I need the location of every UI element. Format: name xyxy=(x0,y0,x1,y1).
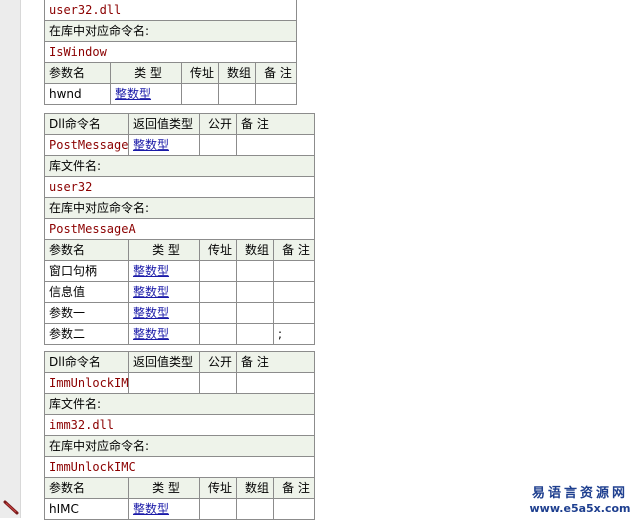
param-type-link[interactable]: 整数型 xyxy=(128,260,200,282)
param-array xyxy=(218,83,256,105)
remark-value xyxy=(235,134,316,156)
type-header: 类 型 xyxy=(110,62,182,84)
lib-cmd-value: IsWindow xyxy=(43,41,298,63)
lib-cmd-value: ImmUnlockIMC xyxy=(43,456,316,478)
param-by-ref xyxy=(199,281,237,303)
remark-header: 备 注 xyxy=(272,239,316,261)
public-value xyxy=(199,372,237,394)
param-note xyxy=(272,498,316,520)
param-name: hwnd xyxy=(44,83,111,105)
type-header: 类 型 xyxy=(128,477,200,499)
param-by-ref xyxy=(199,260,237,282)
dll-cmd-name: ImmUnlockIMC xyxy=(44,372,129,394)
param-name-header: 参数名 xyxy=(44,239,129,261)
pencil-icon[interactable] xyxy=(3,499,19,515)
param-name: 信息值 xyxy=(44,281,129,303)
watermark-logo: 易语言资源网 www.e5a5x.com xyxy=(525,486,635,516)
param-type-link[interactable]: 整数型 xyxy=(110,83,182,105)
param-by-ref xyxy=(199,323,237,345)
param-note xyxy=(254,83,298,105)
param-name: 窗口句柄 xyxy=(44,260,129,282)
param-note xyxy=(272,260,316,282)
watermark-en: www.e5a5x.com xyxy=(529,502,631,515)
param-note: ; xyxy=(272,323,316,345)
lib-file-value: user32 xyxy=(43,176,316,198)
param-name: 参数一 xyxy=(44,302,129,324)
table-row: 参数一 整数型 xyxy=(44,302,316,324)
table-row: 参数二 整数型 ; xyxy=(44,323,316,345)
array-header: 数组 xyxy=(236,477,274,499)
lib-cmd-label: 在库中对应命令名: xyxy=(43,20,298,42)
param-note xyxy=(272,302,316,324)
table-row: 信息值 整数型 xyxy=(44,281,316,303)
param-type-link[interactable]: 整数型 xyxy=(128,302,200,324)
param-by-ref xyxy=(199,302,237,324)
remark-header: 备 注 xyxy=(235,113,316,135)
param-type-link[interactable]: 整数型 xyxy=(128,498,200,520)
public-header: 公开 xyxy=(199,113,237,135)
dll-cmd-header: Dll命令名 xyxy=(44,351,129,373)
public-value xyxy=(199,134,237,156)
dll-cmd-name: PostMessageA xyxy=(44,134,129,156)
lib-file-value: imm32.dll xyxy=(43,414,316,436)
array-header: 数组 xyxy=(236,239,274,261)
param-array xyxy=(236,260,274,282)
lib-file-label: 库文件名: xyxy=(43,155,316,177)
by-ref-header: 传址 xyxy=(181,62,219,84)
by-ref-header: 传址 xyxy=(199,477,237,499)
public-header: 公开 xyxy=(199,351,237,373)
lib-cmd-label: 在库中对应命令名: xyxy=(43,197,316,219)
param-name-header: 参数名 xyxy=(44,62,111,84)
remark-header: 备 注 xyxy=(235,351,316,373)
param-array xyxy=(236,498,274,520)
remark-value xyxy=(235,372,316,394)
lib-cmd-value: PostMessageA xyxy=(43,218,316,240)
by-ref-header: 传址 xyxy=(199,239,237,261)
type-header: 类 型 xyxy=(128,239,200,261)
param-array xyxy=(236,323,274,345)
param-name-header: 参数名 xyxy=(44,477,129,499)
param-array xyxy=(236,302,274,324)
array-header: 数组 xyxy=(218,62,256,84)
lib-cmd-label: 在库中对应命令名: xyxy=(43,435,316,457)
param-name: hIMC xyxy=(44,498,129,520)
dll-cmd-header: Dll命令名 xyxy=(44,113,129,135)
lib-file-value: user32.dll xyxy=(43,0,298,21)
remark-header: 备 注 xyxy=(254,62,298,84)
table-row: hwnd 整数型 xyxy=(44,83,298,105)
table-row: 窗口句柄 整数型 xyxy=(44,260,316,282)
lib-file-label: 库文件名: xyxy=(43,393,316,415)
dll-table-postmessagea: Dll命令名 返回值类型 公开 备 注 PostMessageA 整数型 库文件… xyxy=(43,113,316,345)
dll-table-immunlockimc: Dll命令名 返回值类型 公开 备 注 ImmUnlockIMC 库文件名: i… xyxy=(43,351,316,520)
ret-type-header: 返回值类型 xyxy=(128,113,200,135)
param-type-link[interactable]: 整数型 xyxy=(128,323,200,345)
ret-type-value xyxy=(128,372,200,394)
param-note xyxy=(272,281,316,303)
dll-table-iswindow: user32.dll 在库中对应命令名: IsWindow 参数名 类 型 传址… xyxy=(43,0,298,105)
param-by-ref xyxy=(199,498,237,520)
param-name: 参数二 xyxy=(44,323,129,345)
table-row: hIMC 整数型 xyxy=(44,498,316,520)
param-array xyxy=(236,281,274,303)
left-gutter xyxy=(0,0,21,518)
param-type-link[interactable]: 整数型 xyxy=(128,281,200,303)
watermark-cn: 易语言资源网 xyxy=(531,486,628,501)
ret-type-link[interactable]: 整数型 xyxy=(128,134,200,156)
ret-type-header: 返回值类型 xyxy=(128,351,200,373)
remark-header: 备 注 xyxy=(272,477,316,499)
param-by-ref xyxy=(181,83,219,105)
